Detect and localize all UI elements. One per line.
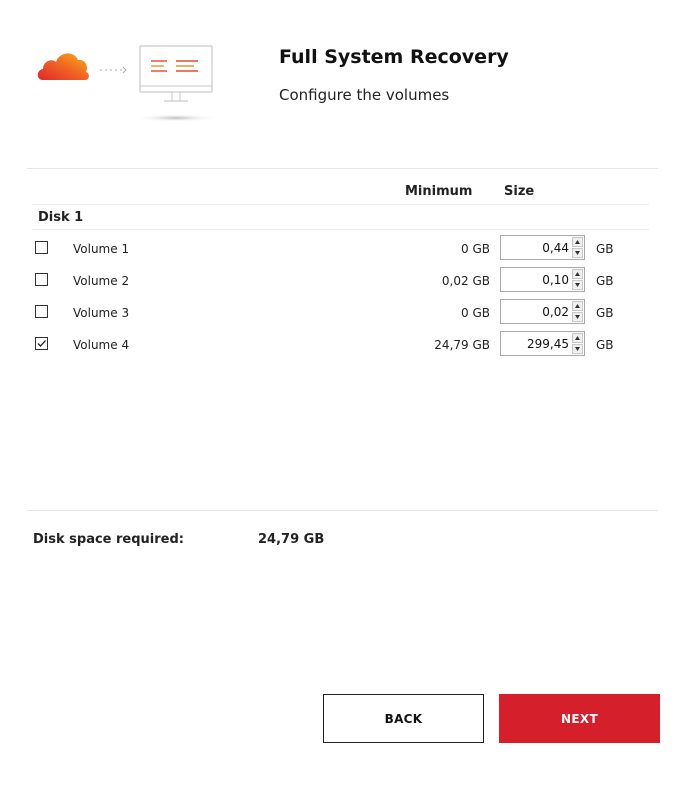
summary-divider — [27, 510, 658, 511]
volume-size-unit: GB — [596, 274, 614, 288]
back-button[interactable]: BACK — [323, 694, 484, 743]
volume-name: Volume 1 — [73, 242, 130, 256]
recovery-illustration — [37, 45, 218, 122]
page-subtitle: Configure the volumes — [279, 86, 450, 104]
arrow-up-icon — [575, 336, 580, 340]
disk-divider-top — [32, 204, 649, 205]
arrow-down-icon — [575, 347, 580, 351]
increment-button[interactable] — [572, 269, 583, 279]
disk-divider-bottom — [32, 229, 649, 230]
disk-space-label: Disk space required: — [33, 532, 184, 547]
volume-minimum: 0 GB — [461, 242, 490, 256]
volume-minimum: 24,79 GB — [434, 338, 490, 352]
header-divider — [27, 168, 658, 169]
increment-button[interactable] — [572, 301, 583, 311]
volume-row-3: Volume 3 0 GB GB — [0, 299, 690, 331]
volume-size-unit: GB — [596, 306, 614, 320]
decrement-button[interactable] — [572, 312, 583, 322]
decrement-button[interactable] — [572, 344, 583, 354]
increment-button[interactable] — [572, 333, 583, 343]
volume-minimum: 0 GB — [461, 306, 490, 320]
column-header-size: Size — [504, 184, 535, 199]
volume-4-size-input[interactable] — [501, 332, 571, 355]
arrow-down-icon — [575, 315, 580, 319]
disk-label: Disk 1 — [38, 210, 84, 225]
monitor-icon — [134, 45, 218, 122]
volume-name: Volume 3 — [73, 306, 130, 320]
volume-3-size-spinner — [500, 299, 585, 324]
column-header-minimum: Minimum — [405, 184, 473, 199]
dotted-arrow-icon — [100, 66, 127, 74]
volume-name: Volume 4 — [73, 338, 130, 352]
volume-row-2: Volume 2 0,02 GB GB — [0, 267, 690, 299]
volume-minimum: 0,02 GB — [441, 274, 490, 288]
decrement-button[interactable] — [572, 280, 583, 290]
checkmark-icon — [37, 340, 46, 347]
volume-size-unit: GB — [596, 338, 614, 352]
page-title: Full System Recovery — [279, 46, 509, 68]
next-button[interactable]: NEXT — [499, 694, 660, 743]
arrow-up-icon — [575, 240, 580, 244]
decrement-button[interactable] — [572, 248, 583, 258]
volume-1-checkbox[interactable] — [35, 241, 48, 254]
volume-2-size-input[interactable] — [501, 268, 571, 291]
disk-space-value: 24,79 GB — [258, 532, 325, 547]
volume-2-checkbox[interactable] — [35, 273, 48, 286]
volume-2-size-spinner — [500, 267, 585, 292]
arrow-down-icon — [575, 251, 580, 255]
arrow-up-icon — [575, 304, 580, 308]
volume-row-1: Volume 1 0 GB GB — [0, 235, 690, 267]
volume-1-size-input[interactable] — [501, 236, 571, 259]
volume-size-unit: GB — [596, 242, 614, 256]
arrow-up-icon — [575, 272, 580, 276]
volume-name: Volume 2 — [73, 274, 130, 288]
volume-4-checkbox[interactable] — [35, 337, 48, 350]
volume-3-checkbox[interactable] — [35, 305, 48, 318]
cloud-icon — [37, 53, 89, 80]
volume-4-size-spinner — [500, 331, 585, 356]
volume-1-size-spinner — [500, 235, 585, 260]
volume-row-4: Volume 4 24,79 GB GB — [0, 331, 690, 363]
arrow-down-icon — [575, 283, 580, 287]
volume-3-size-input[interactable] — [501, 300, 571, 323]
increment-button[interactable] — [572, 237, 583, 247]
